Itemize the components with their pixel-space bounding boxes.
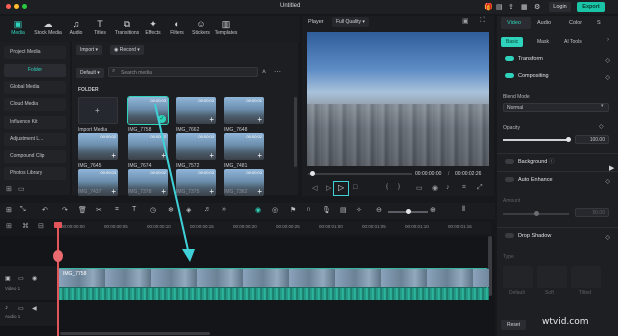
watermark: wtvid.com xyxy=(542,317,589,327)
annotation-arrow xyxy=(154,103,195,262)
arrow-line xyxy=(154,103,189,251)
arrow-head xyxy=(182,249,195,262)
